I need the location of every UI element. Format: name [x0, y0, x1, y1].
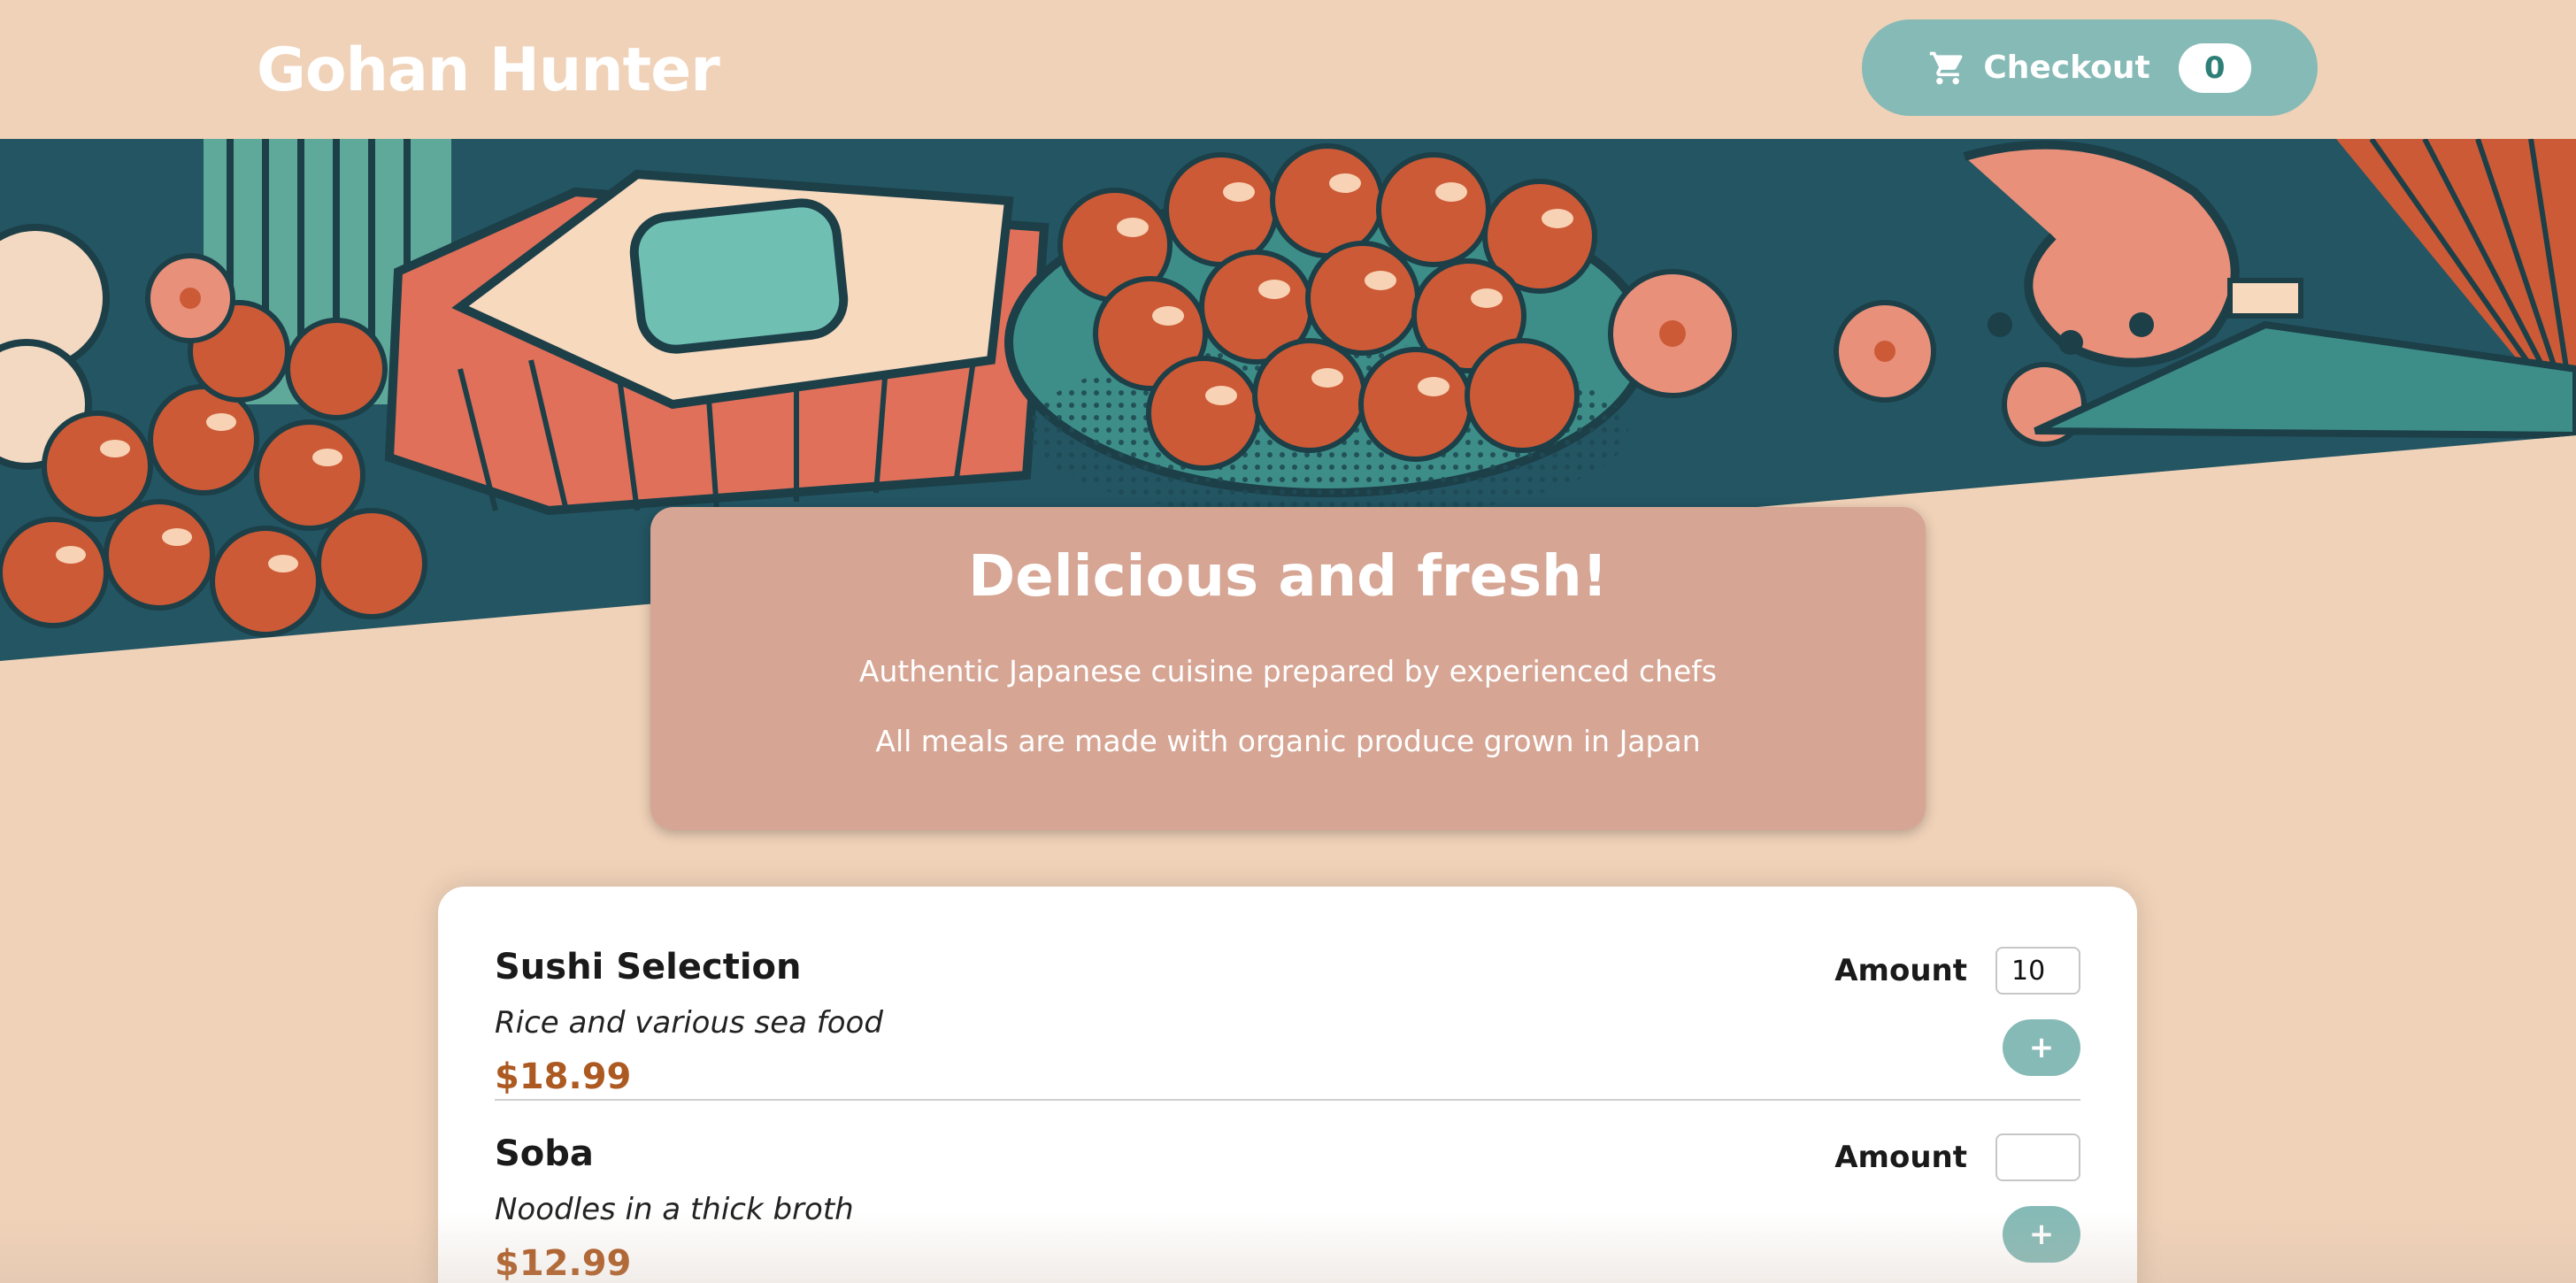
meal-item: Soba Noodles in a thick broth $12.99 Amo… [495, 1101, 2080, 1283]
site-title: Gohan Hunter [257, 35, 720, 105]
add-to-cart-button[interactable]: + [2003, 1206, 2080, 1263]
intro-card: Delicious and fresh! Authentic Japanese … [650, 507, 1926, 830]
meal-price: $18.99 [495, 1056, 632, 1097]
amount-label: Amount [1834, 1140, 1967, 1175]
cart-icon [1930, 51, 1963, 84]
intro-line-1: Authentic Japanese cuisine prepared by e… [858, 654, 1718, 688]
cart-count-badge: 0 [2178, 42, 2251, 93]
amount-input[interactable] [1995, 1133, 2080, 1181]
amount-control: Amount [1834, 947, 2080, 995]
intro-heading: Delicious and fresh! [968, 544, 1608, 610]
meal-description: Rice and various sea food [495, 1005, 883, 1041]
meals-list: Sushi Selection Rice and various sea foo… [438, 887, 2137, 1283]
meal-price: $12.99 [495, 1243, 632, 1283]
meal-description: Noodles in a thick broth [495, 1192, 854, 1227]
add-to-cart-button[interactable]: + [2003, 1019, 2080, 1076]
checkout-button[interactable]: Checkout 0 [1862, 19, 2318, 116]
amount-label: Amount [1834, 953, 1967, 988]
site-header: Gohan Hunter Checkout 0 [0, 0, 2576, 139]
checkout-label: Checkout [1983, 50, 2150, 86]
page: Gohan Hunter Checkout 0 Delicious and fr… [0, 0, 2576, 1283]
amount-input[interactable] [1995, 947, 2080, 995]
intro-line-2: All meals are made with organic produce … [875, 724, 1701, 758]
amount-control: Amount [1834, 1133, 2080, 1181]
meal-item: Sushi Selection Rice and various sea foo… [495, 887, 2080, 1099]
